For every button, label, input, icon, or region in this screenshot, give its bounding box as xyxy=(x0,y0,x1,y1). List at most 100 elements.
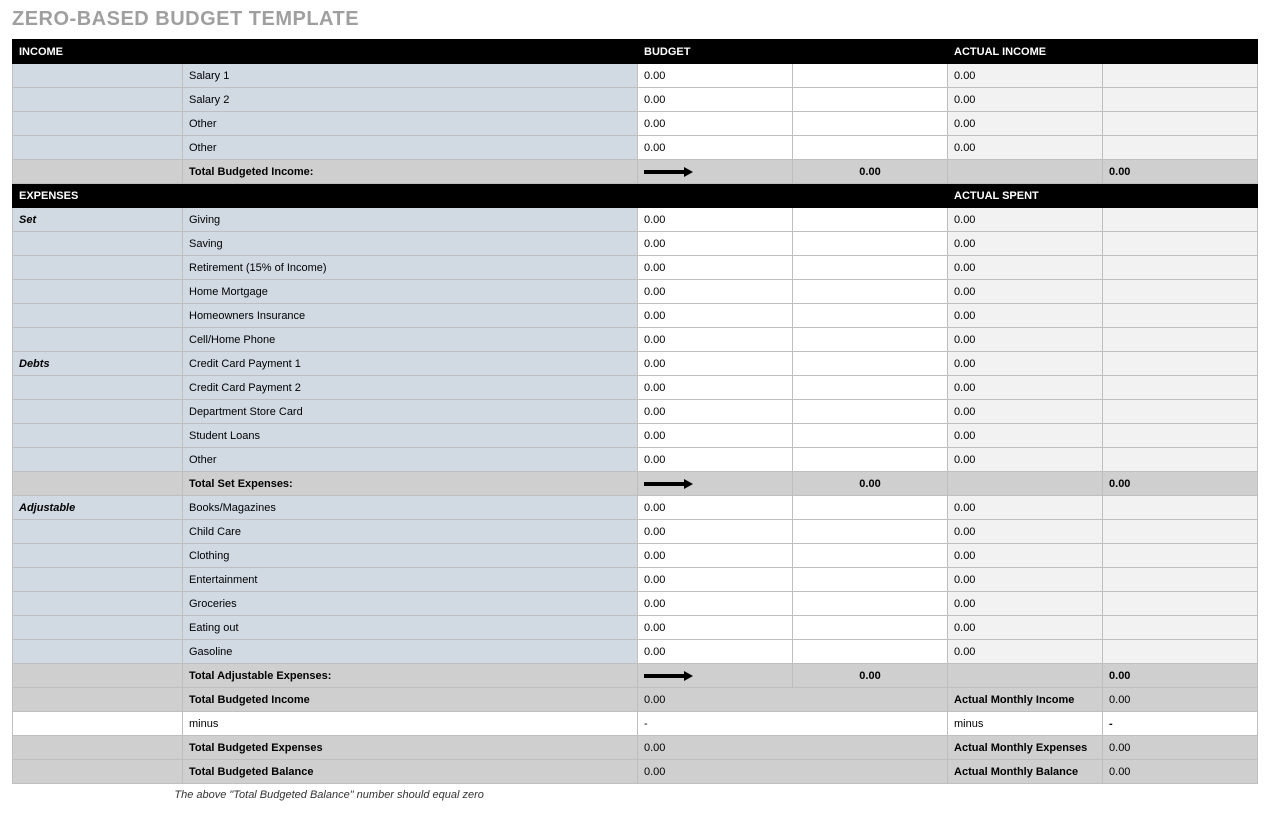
adjustable-actual-cell[interactable]: 0.00 xyxy=(948,544,1103,568)
adjustable-label: Gasoline xyxy=(183,640,638,664)
set-budget-cell[interactable]: 0.00 xyxy=(638,304,793,328)
debts-actual-cell[interactable]: 0.00 xyxy=(948,424,1103,448)
header-actual-income: ACTUAL INCOME xyxy=(948,40,1258,64)
adjustable-budget-cell[interactable]: 0.00 xyxy=(638,496,793,520)
adjustable-budget-spacer[interactable] xyxy=(793,496,948,520)
debts-actual-cell[interactable]: 0.00 xyxy=(948,448,1103,472)
set-budget-cell[interactable]: 0.00 xyxy=(638,232,793,256)
group-adjustable xyxy=(13,640,183,664)
set-budget-spacer[interactable] xyxy=(793,232,948,256)
debts-budget-spacer[interactable] xyxy=(793,376,948,400)
adjustable-actual-spacer[interactable] xyxy=(1103,640,1258,664)
income-budget-cell[interactable]: 0.00 xyxy=(638,112,793,136)
income-budget-spacer[interactable] xyxy=(793,88,948,112)
income-actual-spacer[interactable] xyxy=(1103,88,1258,112)
set-actual-spacer[interactable] xyxy=(1103,328,1258,352)
set-actual-cell[interactable]: 0.00 xyxy=(948,328,1103,352)
set-label: Home Mortgage xyxy=(183,280,638,304)
set-budget-cell[interactable]: 0.00 xyxy=(638,256,793,280)
adjustable-actual-spacer[interactable] xyxy=(1103,568,1258,592)
debts-actual-spacer[interactable] xyxy=(1103,352,1258,376)
debts-actual-cell[interactable]: 0.00 xyxy=(948,352,1103,376)
debts-budget-cell[interactable]: 0.00 xyxy=(638,376,793,400)
income-actual-spacer[interactable] xyxy=(1103,64,1258,88)
sum-actual-monthly-balance-val: 0.00 xyxy=(1103,760,1258,784)
adjustable-actual-spacer[interactable] xyxy=(1103,616,1258,640)
set-actual-cell[interactable]: 0.00 xyxy=(948,304,1103,328)
total-arrow xyxy=(638,664,793,688)
set-budget-cell[interactable]: 0.00 xyxy=(638,328,793,352)
adjustable-budget-spacer[interactable] xyxy=(793,520,948,544)
set-budget-cell[interactable]: 0.00 xyxy=(638,208,793,232)
adjustable-actual-cell[interactable]: 0.00 xyxy=(948,616,1103,640)
adjustable-budget-cell[interactable]: 0.00 xyxy=(638,544,793,568)
adjustable-actual-spacer[interactable] xyxy=(1103,544,1258,568)
set-actual-cell[interactable]: 0.00 xyxy=(948,232,1103,256)
debts-budget-cell[interactable]: 0.00 xyxy=(638,424,793,448)
debts-budget-cell[interactable]: 0.00 xyxy=(638,400,793,424)
adjustable-actual-spacer[interactable] xyxy=(1103,592,1258,616)
debts-actual-cell[interactable]: 0.00 xyxy=(948,376,1103,400)
adjustable-budget-spacer[interactable] xyxy=(793,568,948,592)
set-budget-spacer[interactable] xyxy=(793,208,948,232)
income-actual-cell[interactable]: 0.00 xyxy=(948,64,1103,88)
debts-actual-cell[interactable]: 0.00 xyxy=(948,400,1103,424)
adjustable-budget-spacer[interactable] xyxy=(793,544,948,568)
set-budget-spacer[interactable] xyxy=(793,328,948,352)
income-budget-cell[interactable]: 0.00 xyxy=(638,64,793,88)
set-actual-spacer[interactable] xyxy=(1103,256,1258,280)
income-budget-spacer[interactable] xyxy=(793,112,948,136)
set-actual-cell[interactable]: 0.00 xyxy=(948,256,1103,280)
adjustable-budget-cell[interactable]: 0.00 xyxy=(638,568,793,592)
adjustable-actual-spacer[interactable] xyxy=(1103,496,1258,520)
debts-actual-spacer[interactable] xyxy=(1103,424,1258,448)
set-label: Cell/Home Phone xyxy=(183,328,638,352)
income-actual-cell[interactable]: 0.00 xyxy=(948,88,1103,112)
debts-budget-cell[interactable]: 0.00 xyxy=(638,352,793,376)
debts-actual-spacer[interactable] xyxy=(1103,400,1258,424)
debts-label: Other xyxy=(183,448,638,472)
income-budget-spacer[interactable] xyxy=(793,136,948,160)
income-actual-spacer[interactable] xyxy=(1103,112,1258,136)
adjustable-budget-spacer[interactable] xyxy=(793,616,948,640)
footnote: The above "Total Budgeted Balance" numbe… xyxy=(13,784,1258,808)
income-budget-spacer[interactable] xyxy=(793,64,948,88)
total-arrow xyxy=(638,160,793,184)
adjustable-budget-cell[interactable]: 0.00 xyxy=(638,520,793,544)
set-actual-cell[interactable]: 0.00 xyxy=(948,280,1103,304)
debts-budget-cell[interactable]: 0.00 xyxy=(638,448,793,472)
set-actual-cell[interactable]: 0.00 xyxy=(948,208,1103,232)
set-budget-spacer[interactable] xyxy=(793,304,948,328)
debts-budget-spacer[interactable] xyxy=(793,352,948,376)
debts-budget-spacer[interactable] xyxy=(793,448,948,472)
group-set xyxy=(13,256,183,280)
set-budget-cell[interactable]: 0.00 xyxy=(638,280,793,304)
adjustable-budget-spacer[interactable] xyxy=(793,640,948,664)
set-actual-spacer[interactable] xyxy=(1103,304,1258,328)
income-actual-spacer[interactable] xyxy=(1103,136,1258,160)
adjustable-budget-cell[interactable]: 0.00 xyxy=(638,616,793,640)
income-budget-cell[interactable]: 0.00 xyxy=(638,136,793,160)
sum-total-budgeted-expenses-label: Total Budgeted Expenses xyxy=(183,736,638,760)
set-actual-spacer[interactable] xyxy=(1103,280,1258,304)
debts-actual-spacer[interactable] xyxy=(1103,376,1258,400)
set-actual-spacer[interactable] xyxy=(1103,208,1258,232)
income-actual-cell[interactable]: 0.00 xyxy=(948,112,1103,136)
set-actual-spacer[interactable] xyxy=(1103,232,1258,256)
set-budget-spacer[interactable] xyxy=(793,256,948,280)
adjustable-actual-cell[interactable]: 0.00 xyxy=(948,592,1103,616)
adjustable-budget-spacer[interactable] xyxy=(793,592,948,616)
adjustable-actual-cell[interactable]: 0.00 xyxy=(948,520,1103,544)
income-budget-cell[interactable]: 0.00 xyxy=(638,88,793,112)
adjustable-budget-cell[interactable]: 0.00 xyxy=(638,640,793,664)
adjustable-actual-spacer[interactable] xyxy=(1103,520,1258,544)
adjustable-actual-cell[interactable]: 0.00 xyxy=(948,496,1103,520)
debts-budget-spacer[interactable] xyxy=(793,400,948,424)
adjustable-actual-cell[interactable]: 0.00 xyxy=(948,568,1103,592)
income-actual-cell[interactable]: 0.00 xyxy=(948,136,1103,160)
adjustable-budget-cell[interactable]: 0.00 xyxy=(638,592,793,616)
debts-actual-spacer[interactable] xyxy=(1103,448,1258,472)
set-budget-spacer[interactable] xyxy=(793,280,948,304)
adjustable-actual-cell[interactable]: 0.00 xyxy=(948,640,1103,664)
debts-budget-spacer[interactable] xyxy=(793,424,948,448)
